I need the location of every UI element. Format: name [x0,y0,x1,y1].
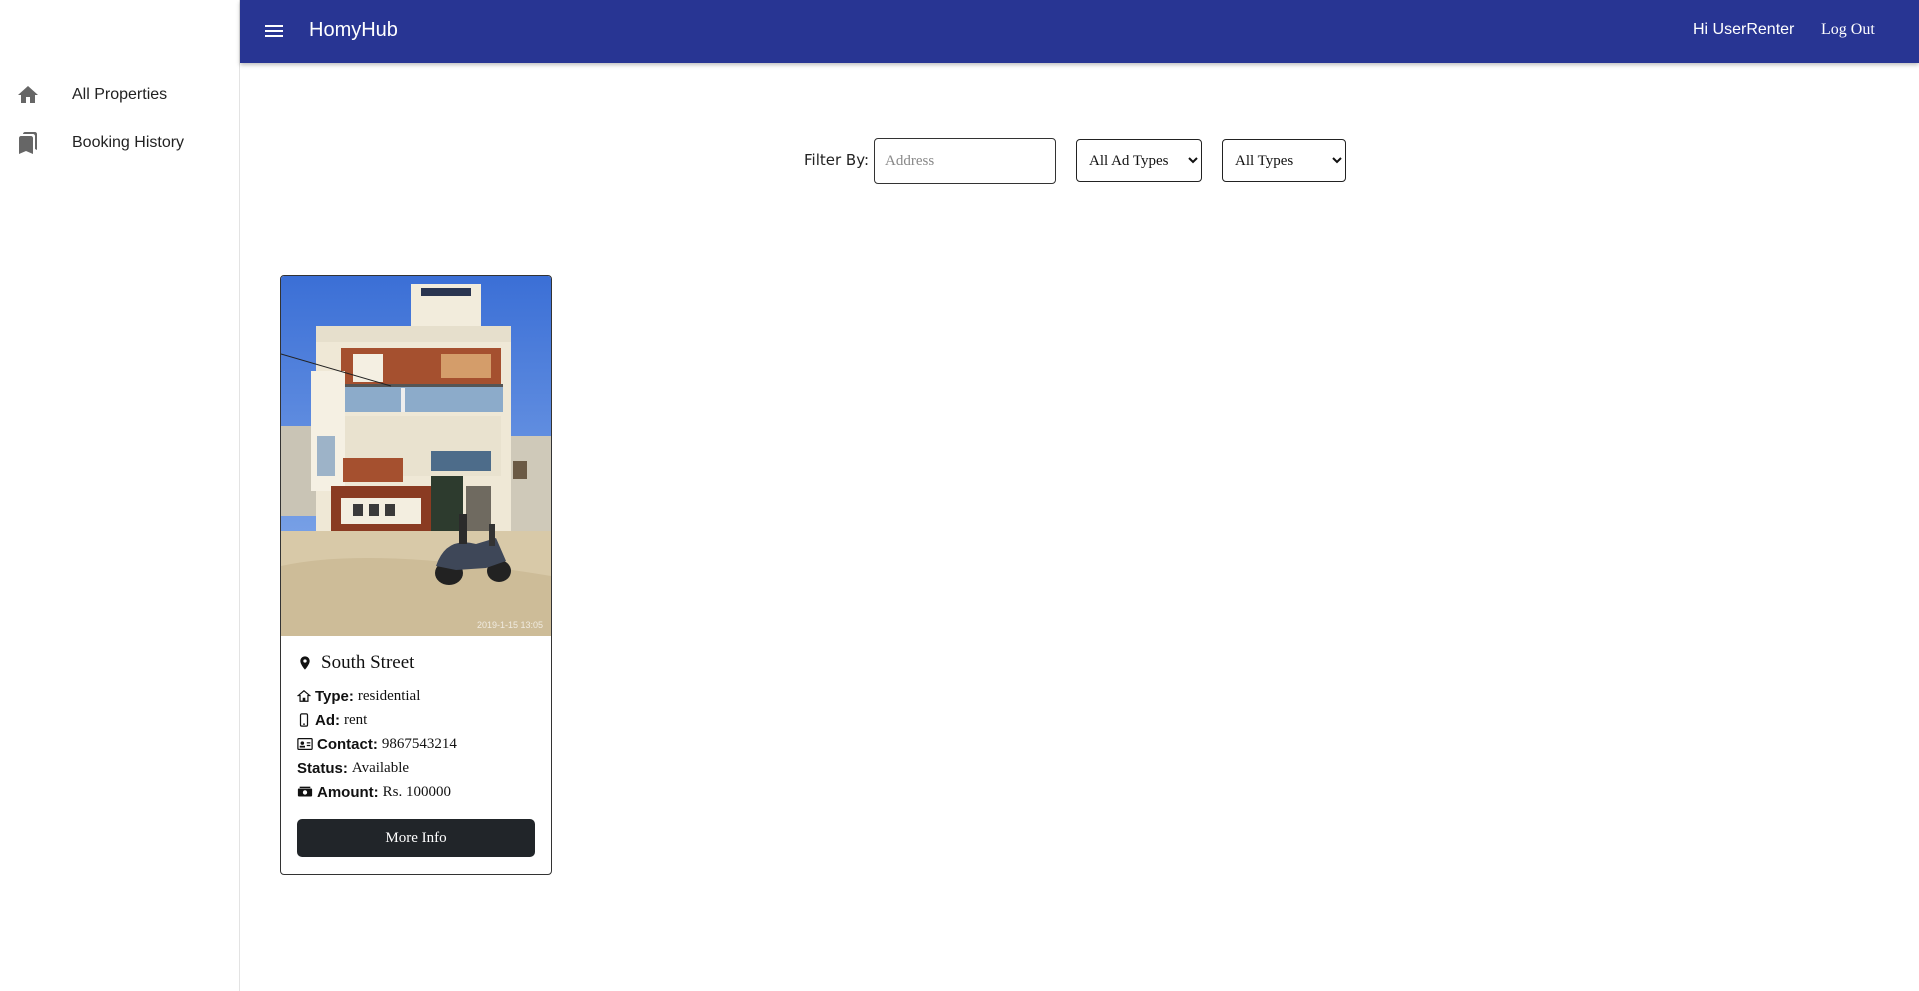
status-value: Available [351,759,410,776]
user-greeting: Hi UserRenter [1693,21,1795,38]
ad-label: Ad: [315,711,340,729]
hamburger-menu-icon [265,25,283,37]
bookmarks-icon [16,131,40,155]
contact-row: Contact: 9867543214 [297,732,537,756]
filter-label: Filter By: [804,151,870,169]
property-type-row: Type: residential [297,684,537,708]
location-pin-icon [300,656,310,670]
address-filter-input[interactable] [874,138,1056,184]
property-photo: 2019-1-15 13:05 [281,276,551,636]
app-bar: HomyHub Hi UserRenter Log Out [240,0,1919,63]
amount-row: Amount: Rs. 100000 [297,780,537,804]
amount-label: Amount: [317,783,379,801]
property-type-select[interactable]: All Types [1222,139,1346,182]
logout-link[interactable]: Log Out [1821,21,1875,39]
ad-value: rent [344,711,368,728]
sidebar-item-booking-history[interactable]: Booking History [0,119,239,167]
property-address: South Street [297,652,537,674]
property-details: South Street Type: residential Ad: rent … [297,652,537,804]
contact-label: Contact: [317,735,378,753]
house-outline-icon [297,689,311,702]
menu-button[interactable] [256,13,292,49]
contact-value: 9867543214 [381,735,457,752]
type-value: residential [357,687,421,704]
sidebar: All Properties Booking History [0,0,240,991]
sidebar-item-label: Booking History [72,134,185,151]
status-row: Status: Available [297,756,537,780]
cash-icon [297,786,313,797]
photo-timestamp: 2019-1-15 13:05 [477,620,543,630]
ad-type-select[interactable]: All Ad Types [1076,139,1202,182]
status-label: Status: [297,759,348,777]
app-title: HomyHub [309,19,398,41]
phone-icon [299,713,309,727]
sidebar-item-label: All Properties [72,86,168,103]
amount-value: Rs. 100000 [382,783,451,800]
contact-card-icon [297,738,313,750]
home-icon [16,83,40,107]
sidebar-item-all-properties[interactable]: All Properties [0,71,239,119]
address-text: South Street [321,652,415,673]
property-card: 2019-1-15 13:05 South Street Type: resid… [280,275,552,875]
ad-type-row: Ad: rent [297,708,537,732]
type-label: Type: [315,687,354,705]
more-info-button[interactable]: More Info [297,819,535,857]
